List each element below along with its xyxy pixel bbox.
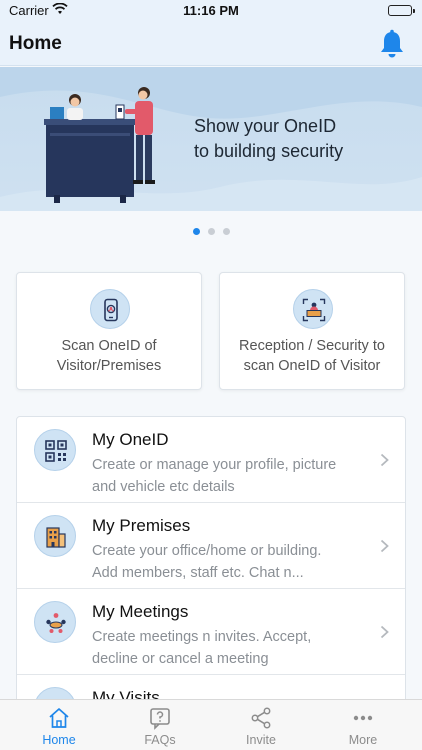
menu-item-title: My Premises <box>92 516 191 535</box>
faq-icon <box>150 708 170 730</box>
phone-scan-icon <box>90 289 130 329</box>
promo-banner[interactable]: Show your OneID to building security <box>0 67 422 211</box>
scan-oneid-label-line1: Scan OneID of <box>61 338 157 354</box>
building-icon <box>34 515 76 557</box>
clock: 11:16 PM <box>183 3 239 18</box>
menu-item-description: Create meetings n invites. Accept, decli… <box>92 626 372 670</box>
main-menu-list: My OneID Create or manage your profile, … <box>16 416 406 716</box>
share-icon <box>251 707 271 729</box>
tab-more[interactable]: More <box>313 700 413 750</box>
banner-page-indicator[interactable] <box>0 228 422 235</box>
menu-item-description: Create your office/home or building. Add… <box>92 540 372 584</box>
menu-item-my-meetings[interactable]: My Meetings Create meetings n invites. A… <box>17 589 405 675</box>
more-dots-icon <box>353 715 373 721</box>
tab-label: More <box>348 733 378 747</box>
battery-icon <box>388 5 415 16</box>
tab-faqs[interactable]: FAQs <box>110 700 210 750</box>
security-desk-illustration <box>44 87 155 203</box>
menu-item-description-line1: Create meetings n invites. Accept, <box>92 629 312 645</box>
reception-desk-icon <box>293 289 333 329</box>
meeting-icon <box>34 601 76 643</box>
tab-label: Home <box>42 733 76 747</box>
menu-item-my-premises[interactable]: My Premises Create your office/home or b… <box>17 503 405 589</box>
page-dot[interactable] <box>222 228 230 235</box>
status-bar: Carrier 11:16 PM <box>0 0 422 22</box>
menu-item-description-line1: Create or manage your profile, picture <box>92 457 337 473</box>
menu-item-my-oneid[interactable]: My OneID Create or manage your profile, … <box>17 417 405 503</box>
menu-item-title: My Meetings <box>92 602 189 621</box>
menu-item-description-line2: and vehicle etc details <box>92 479 235 495</box>
reception-scan-label-line1: Reception / Security to <box>239 338 385 354</box>
bottom-tab-bar: Home FAQs Invite More <box>0 699 422 750</box>
reception-scan-label-line2: scan OneID of Visitor <box>243 358 381 374</box>
tab-invite[interactable]: Invite <box>211 700 311 750</box>
banner-text: Show your OneID to building security <box>194 114 343 164</box>
page-title: Home <box>9 33 62 54</box>
tab-home[interactable]: Home <box>9 700 109 750</box>
menu-item-description: Create or manage your profile, picture a… <box>92 454 372 498</box>
chevron-right-icon <box>380 625 389 639</box>
scan-oneid-label-line2: Visitor/Premises <box>56 358 162 374</box>
menu-item-description-line1: Create your office/home or building. <box>92 543 322 559</box>
chevron-right-icon <box>380 539 389 553</box>
nav-bar: Home <box>0 22 422 66</box>
page-dot[interactable] <box>207 228 215 235</box>
page-dot[interactable] <box>192 228 200 235</box>
reception-scan-card[interactable]: Reception / Security to scan OneID of Vi… <box>219 272 405 390</box>
scan-oneid-label: Scan OneID of Visitor/Premises <box>23 336 195 376</box>
tab-label: FAQs <box>144 733 176 747</box>
reception-scan-label: Reception / Security to scan OneID of Vi… <box>226 336 398 376</box>
menu-item-title: My OneID <box>92 430 169 449</box>
menu-item-description-line2: decline or cancel a meeting <box>92 651 269 667</box>
scan-oneid-card[interactable]: Scan OneID of Visitor/Premises <box>16 272 202 390</box>
qr-code-icon <box>34 429 76 471</box>
chevron-right-icon <box>380 453 389 467</box>
banner-line-2: to building security <box>194 141 344 161</box>
tab-label: Invite <box>246 733 276 747</box>
home-icon <box>49 708 69 728</box>
banner-line-1: Show your OneID <box>194 116 337 136</box>
menu-item-description-line2: Add members, staff etc. Chat n... <box>92 565 304 581</box>
notification-bell-icon[interactable] <box>378 29 406 59</box>
